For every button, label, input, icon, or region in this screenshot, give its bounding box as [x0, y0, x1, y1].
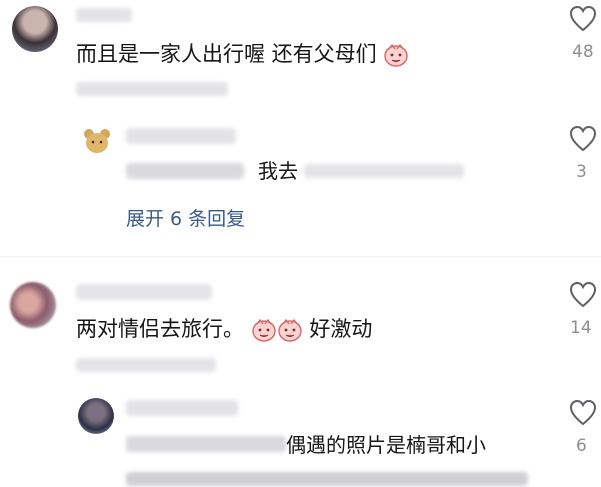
timestamp-blurred [76, 82, 228, 96]
reply-text: 我去 [258, 159, 298, 183]
comment-text-after: 好激动 [309, 317, 373, 341]
username-blurred[interactable] [126, 128, 236, 144]
timestamp-blurred [304, 164, 464, 178]
reply-text-continued-blurred [126, 472, 528, 486]
heart-outline-icon[interactable] [568, 398, 598, 428]
comment-text: 而且是一家人出行喔 还有父母们 [76, 41, 409, 67]
peach-face-emoji-icon [277, 318, 302, 342]
reply-text: 偶遇的照片是楠哥和小 [286, 433, 486, 457]
avatar[interactable] [12, 6, 58, 52]
avatar[interactable] [78, 398, 114, 434]
like-count: 3 [576, 162, 587, 182]
comment-text-before: 两对情侣去旅行。 [76, 317, 244, 341]
mention-blurred[interactable] [126, 436, 286, 452]
avatar[interactable] [10, 282, 56, 328]
heart-outline-icon[interactable] [568, 4, 598, 34]
like-count: 14 [570, 318, 592, 338]
like-count: 6 [576, 436, 587, 456]
avatar[interactable] [80, 124, 114, 158]
divider [0, 256, 601, 257]
username-blurred[interactable] [76, 284, 212, 300]
mention-blurred[interactable] [126, 163, 244, 179]
peach-face-emoji-icon [384, 43, 409, 67]
username-blurred[interactable] [126, 400, 238, 416]
bear-avatar-icon [84, 129, 110, 153]
expand-replies-link[interactable]: 展开 6 条回复 [126, 204, 245, 231]
heart-outline-icon[interactable] [568, 280, 598, 310]
heart-outline-icon[interactable] [568, 124, 598, 154]
comment-text: 两对情侣去旅行。 好激动 [76, 316, 372, 342]
peach-face-emoji-icon [251, 318, 276, 342]
comment-text-body: 而且是一家人出行喔 还有父母们 [76, 42, 377, 66]
username-blurred[interactable] [76, 8, 132, 22]
timestamp-blurred [76, 358, 216, 372]
like-count: 48 [572, 42, 594, 62]
